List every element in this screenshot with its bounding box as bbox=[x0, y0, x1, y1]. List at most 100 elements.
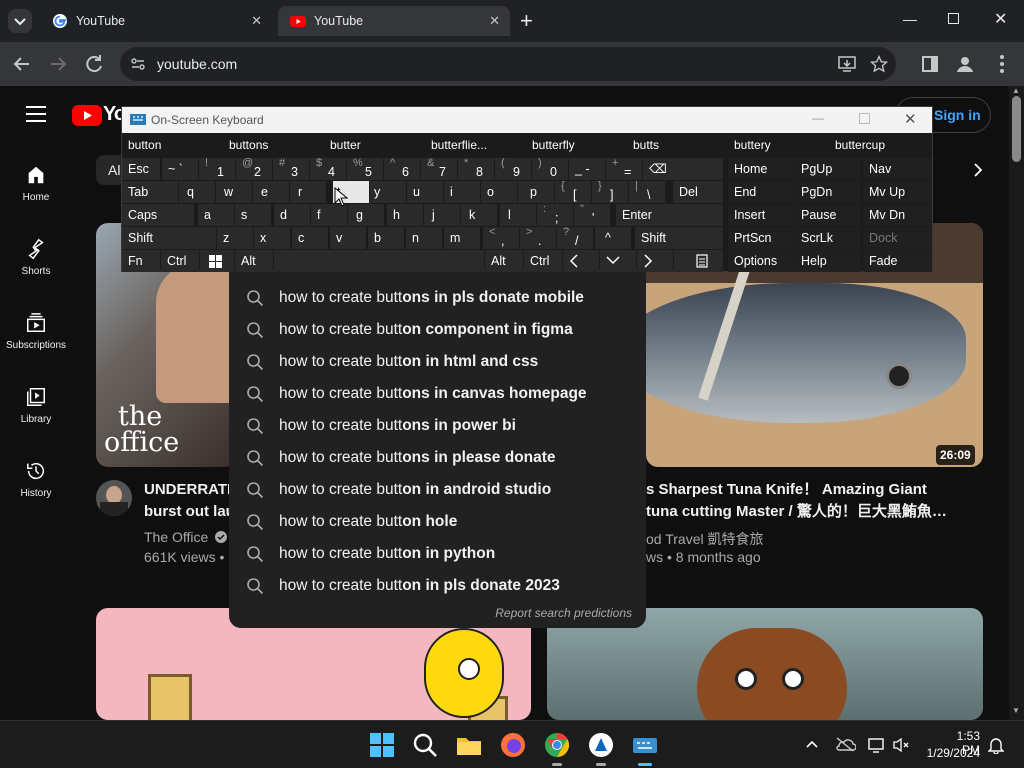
key-comma[interactable]: <, bbox=[483, 226, 519, 249]
page-scrollbar[interactable]: ▲ ▼ bbox=[1009, 86, 1024, 720]
chevron-up-icon[interactable] bbox=[805, 738, 819, 750]
key-r[interactable]: r bbox=[290, 181, 326, 203]
channel-name[interactable]: od Travel 凱特食旅 bbox=[646, 529, 763, 549]
key-m[interactable]: m bbox=[444, 227, 480, 249]
key-7[interactable]: & 7 bbox=[421, 157, 457, 180]
windows-start-icon[interactable] bbox=[368, 731, 396, 759]
suggestion-item[interactable]: how to create butt ons in please donate bbox=[229, 442, 646, 474]
channel-name[interactable]: The Office bbox=[144, 529, 228, 545]
key-slash[interactable]: ? / bbox=[557, 226, 593, 249]
key-period[interactable]: >. bbox=[520, 226, 556, 249]
prediction-button[interactable]: butts bbox=[627, 135, 727, 155]
key-9[interactable]: (9 bbox=[495, 157, 531, 180]
key-nav[interactable]: Nav bbox=[863, 158, 932, 180]
key-end[interactable]: End bbox=[728, 181, 794, 203]
key-s[interactable]: s bbox=[235, 204, 271, 226]
tab-search-button[interactable] bbox=[8, 9, 32, 33]
scroll-down-arrow[interactable]: ▼ bbox=[1012, 706, 1020, 715]
suggestion-item[interactable]: how to create butt ons in pls donate mobi… bbox=[229, 282, 646, 314]
key-caps[interactable]: Caps bbox=[122, 204, 194, 226]
suggestion-item[interactable]: how to create butt ons in canvas homepage bbox=[229, 378, 646, 410]
key-down-arrow[interactable] bbox=[600, 250, 636, 272]
key-shift-left[interactable]: Shift bbox=[122, 227, 216, 249]
file-explorer-icon[interactable] bbox=[455, 731, 483, 759]
key-options[interactable]: Options bbox=[728, 250, 794, 272]
osk-title-bar[interactable]: On-Screen Keyboard — ✕ bbox=[122, 107, 932, 133]
video-title[interactable]: UNDERRATE burst out lau bbox=[144, 479, 237, 523]
key-g[interactable]: g bbox=[348, 204, 384, 226]
key-right-arrow[interactable] bbox=[637, 250, 673, 272]
sidebar-item-library[interactable]: Library bbox=[0, 386, 72, 425]
key-e[interactable]: e bbox=[253, 181, 289, 203]
volume-muted-icon[interactable] bbox=[892, 736, 910, 754]
chrome-menu-button[interactable] bbox=[990, 52, 1014, 76]
key-move-up[interactable]: Mv Up bbox=[863, 181, 932, 203]
key-x[interactable]: x bbox=[254, 227, 290, 249]
key-help[interactable]: Help bbox=[795, 250, 861, 272]
key-y[interactable]: y bbox=[370, 181, 406, 203]
key-alt-left[interactable]: Alt bbox=[235, 250, 273, 272]
key-open-bracket[interactable]: {[ bbox=[555, 180, 591, 203]
video-title[interactable]: s Sharpest Tuna Knife！ Amazing Giant tun… bbox=[646, 479, 947, 523]
key-insert[interactable]: Insert bbox=[728, 204, 794, 226]
key-menu[interactable] bbox=[674, 250, 723, 272]
reload-button[interactable] bbox=[82, 52, 106, 76]
bookmark-star-icon[interactable] bbox=[870, 55, 888, 73]
key-5[interactable]: % 5 bbox=[347, 157, 383, 180]
key-f[interactable]: f bbox=[311, 204, 347, 226]
key-u[interactable]: u bbox=[407, 181, 443, 203]
key-left-arrow[interactable] bbox=[563, 250, 599, 272]
back-button[interactable] bbox=[10, 52, 34, 76]
key-enter[interactable]: Enter bbox=[616, 204, 723, 226]
key-3[interactable]: #3 bbox=[273, 157, 309, 180]
prediction-button[interactable]: buttercup bbox=[829, 135, 929, 155]
tab-youtube-1[interactable]: YouTube ✕ bbox=[40, 6, 272, 36]
tab-youtube-2[interactable]: YouTube ✕ bbox=[278, 6, 510, 36]
prediction-button[interactable]: buttons bbox=[223, 135, 323, 155]
report-search-predictions-link[interactable]: Report search predictions bbox=[495, 606, 632, 620]
key-i[interactable]: i bbox=[444, 181, 480, 203]
onedrive-icon[interactable] bbox=[834, 736, 856, 752]
key-2[interactable]: @2 bbox=[236, 157, 272, 180]
key-4[interactable]: $4 bbox=[310, 157, 346, 180]
key-w[interactable]: w bbox=[216, 181, 252, 203]
suggestion-item[interactable]: how to create butt on in python bbox=[229, 538, 646, 570]
key-scrlk[interactable]: ScrLk bbox=[795, 227, 861, 249]
key-ctrl-left[interactable]: Ctrl bbox=[161, 250, 199, 272]
youtube-logo-icon[interactable] bbox=[72, 105, 102, 126]
suggestion-item[interactable]: how to create butt on in html and css bbox=[229, 346, 646, 378]
key-windows[interactable] bbox=[200, 250, 234, 272]
site-settings-icon[interactable] bbox=[130, 56, 146, 72]
key-fn[interactable]: Fn bbox=[122, 250, 160, 272]
close-icon[interactable]: ✕ bbox=[251, 13, 262, 29]
key-backspace[interactable]: ⌫ bbox=[643, 158, 723, 180]
restore-button[interactable] bbox=[948, 13, 959, 24]
key-del[interactable]: Del bbox=[673, 181, 723, 203]
key-d[interactable]: d bbox=[274, 204, 310, 226]
key-pause[interactable]: Pause bbox=[795, 204, 861, 226]
key-q[interactable]: q bbox=[179, 181, 215, 203]
on-screen-keyboard-icon[interactable] bbox=[631, 731, 659, 759]
osk-minimize-button[interactable]: — bbox=[812, 111, 824, 125]
azure-data-studio-icon[interactable] bbox=[587, 731, 615, 759]
key-o[interactable]: o bbox=[481, 181, 517, 203]
suggestion-item[interactable]: how to create butt on component in figma bbox=[229, 314, 646, 346]
osk-close-button[interactable]: ✕ bbox=[904, 110, 917, 128]
minimize-button[interactable]: — bbox=[903, 11, 917, 27]
key-home[interactable]: Home bbox=[728, 158, 794, 180]
key-6[interactable]: ^ 6 bbox=[384, 157, 420, 180]
key-quote[interactable]: " ' bbox=[574, 203, 610, 226]
key-space[interactable] bbox=[274, 250, 484, 272]
key-h[interactable]: h bbox=[387, 204, 423, 226]
prediction-button[interactable]: butter bbox=[324, 135, 424, 155]
key-up-arrow[interactable]: ^ bbox=[595, 227, 631, 249]
key-esc[interactable]: Esc bbox=[122, 158, 160, 180]
sidebar-item-home[interactable]: Home bbox=[0, 164, 72, 203]
key-fade[interactable]: Fade bbox=[863, 250, 932, 272]
key-1[interactable]: ! 1 bbox=[199, 157, 235, 180]
notification-bell-icon[interactable] bbox=[988, 736, 1004, 754]
key-shift-right[interactable]: Shift bbox=[635, 227, 723, 249]
install-app-icon[interactable] bbox=[838, 55, 856, 73]
key-pgup[interactable]: PgUp bbox=[795, 158, 861, 180]
key-p[interactable]: p bbox=[518, 181, 554, 203]
